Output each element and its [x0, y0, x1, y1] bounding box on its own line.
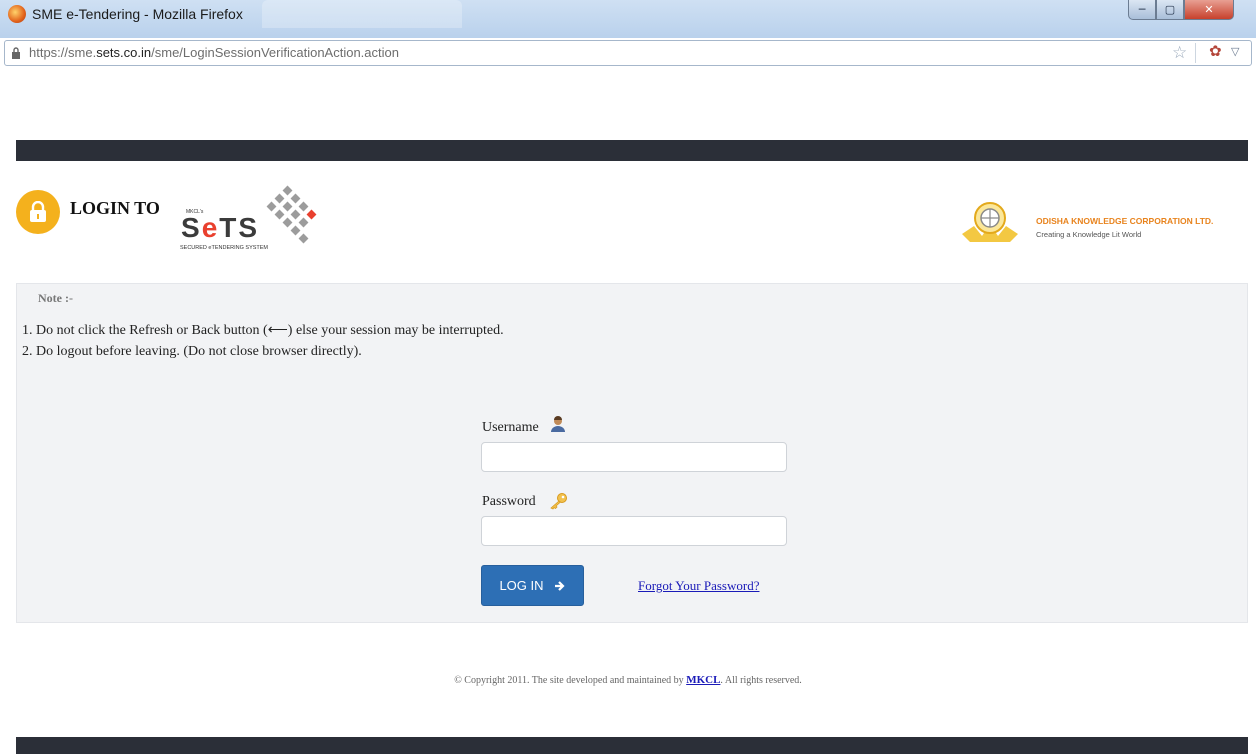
note-line-2: 2. Do logout before leaving. (Do not clo… — [22, 344, 362, 359]
bookmark-star-icon[interactable]: ☆ — [1172, 43, 1187, 63]
header-band — [16, 140, 1248, 161]
browser-window: SME e-Tendering - Mozilla Firefox ─ ▢ ✕ … — [0, 0, 1256, 754]
username-label: Username — [482, 420, 539, 435]
sets-logo-subtitle: SECURED eTENDERING SYSTEM — [180, 245, 269, 251]
note-label: Note :- — [38, 291, 73, 305]
close-button[interactable]: ✕ — [1184, 0, 1234, 20]
copyright-text: © Copyright 2011. The site developed and… — [454, 674, 802, 686]
footer-band — [16, 737, 1248, 754]
background-tab[interactable] — [262, 0, 462, 28]
password-input[interactable] — [481, 516, 787, 546]
partner-name: ODISHA KNOWLEDGE CORPORATION LTD. — [1036, 216, 1214, 226]
maximize-button[interactable]: ▢ — [1156, 0, 1184, 20]
url-text[interactable]: https://sme.sets.co.in/sme/LoginSessionV… — [29, 45, 399, 60]
key-icon — [550, 493, 567, 510]
padlock-icon — [12, 47, 20, 59]
minimize-button[interactable]: ─ — [1128, 0, 1156, 20]
title-bar: SME e-Tendering - Mozilla Firefox ─ ▢ ✕ — [0, 0, 1256, 38]
user-icon — [551, 416, 565, 432]
partner-tagline: Creating a Knowledge Lit World — [1036, 230, 1142, 239]
mkcl-link[interactable]: MKCL — [686, 674, 720, 686]
firefox-icon — [8, 5, 26, 23]
addon-icon[interactable]: ✿ — [1209, 42, 1222, 60]
forgot-password-link[interactable]: Forgot Your Password? — [638, 578, 759, 594]
password-label: Password — [482, 494, 536, 509]
note-line-1: 1. Do not click the Refresh or Back butt… — [22, 323, 504, 338]
lock-badge-icon — [16, 190, 60, 234]
dropdown-arrow-icon[interactable]: ▽ — [1231, 45, 1239, 58]
toolbar-separator — [1195, 43, 1196, 63]
window-title: SME e-Tendering - Mozilla Firefox — [32, 6, 243, 22]
address-bar[interactable]: https://sme.sets.co.in/sme/LoginSessionV… — [4, 40, 1252, 66]
login-button-label: LOG IN — [499, 578, 544, 593]
arrow-right-icon — [554, 580, 565, 591]
sets-logo-text: SeTS — [181, 212, 260, 243]
username-input[interactable] — [481, 442, 787, 472]
okcl-logo — [962, 202, 1018, 242]
login-button[interactable]: LOG IN — [481, 565, 584, 606]
login-heading: LOGIN TO — [70, 198, 160, 218]
